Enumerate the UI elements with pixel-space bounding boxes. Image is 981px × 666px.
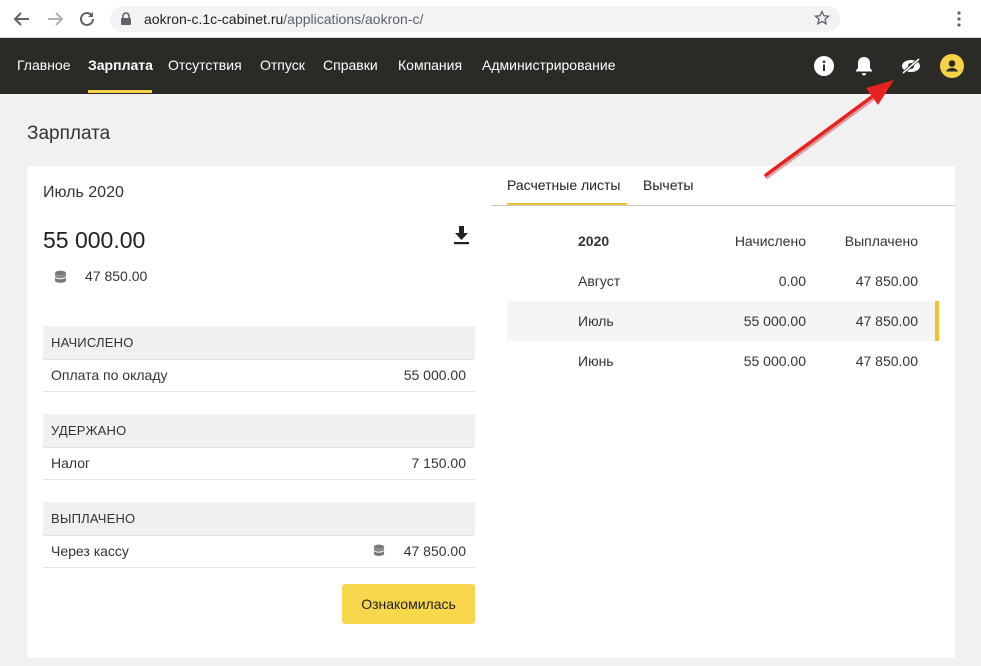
- nav-item[interactable]: Компания: [398, 38, 462, 94]
- star-icon[interactable]: [813, 9, 831, 31]
- divider: [43, 391, 475, 392]
- payslip-period: Июль 2020: [43, 184, 124, 201]
- table-header-year: 2020: [578, 233, 610, 249]
- nav-item[interactable]: Зарплата: [88, 38, 153, 94]
- visibility-off-icon[interactable]: [899, 54, 923, 78]
- accrued-row-value: 55 000.00: [403, 367, 466, 383]
- row-accrued: 55 000.00: [743, 353, 806, 369]
- table-row[interactable]: Июнь 55 000.00 47 850.00: [507, 341, 935, 381]
- nav-item[interactable]: Отсутствия: [168, 38, 242, 94]
- section-paid-header: ВЫПЛАЧЕНО: [43, 502, 475, 536]
- row-paid: 47 850.00: [855, 273, 918, 289]
- nav-item[interactable]: Администрирование: [482, 38, 616, 94]
- tab-deductions[interactable]: Вычеты: [643, 177, 694, 193]
- accrued-row-label: Оплата по окладу: [51, 367, 168, 383]
- row-paid: 47 850.00: [855, 353, 918, 369]
- address-bar[interactable]: aokron-c.1c-cabinet.ru/applications/aokr…: [110, 6, 840, 32]
- tabs-divider: [491, 205, 955, 206]
- page-title: Зарплата: [27, 123, 111, 144]
- info-icon[interactable]: [812, 54, 836, 78]
- withheld-row-value: 7 150.00: [411, 455, 467, 471]
- divider: [43, 567, 475, 568]
- bell-icon[interactable]: [852, 54, 876, 78]
- acknowledge-button[interactable]: Ознакомилась: [342, 584, 475, 624]
- table-header-accrued: Начислено: [734, 233, 806, 249]
- paid-amount: 47 850.00: [85, 268, 148, 284]
- row-month: Август: [578, 273, 621, 289]
- table-row-selected[interactable]: Июль 55 000.00 47 850.00: [507, 301, 935, 341]
- row-accrued: 55 000.00: [743, 313, 806, 329]
- browser-toolbar: aokron-c.1c-cabinet.ru/applications/aokr…: [0, 0, 981, 38]
- download-icon[interactable]: [453, 226, 470, 250]
- salary-card: [27, 166, 955, 658]
- tab-payslips[interactable]: Расчетные листы: [507, 177, 620, 193]
- row-paid: 47 850.00: [855, 313, 918, 329]
- table-header-paid: Выплачено: [844, 233, 918, 249]
- nav-item[interactable]: Главное: [17, 38, 71, 94]
- row-month: Июль: [578, 313, 614, 329]
- table-row[interactable]: Август 0.00 47 850.00: [507, 261, 935, 301]
- row-month: Июнь: [578, 353, 614, 369]
- url-text: aokron-c.1c-cabinet.ru/applications/aokr…: [144, 11, 424, 27]
- coins-icon: [54, 270, 67, 289]
- paid-row-value: 47 850.00: [403, 543, 466, 559]
- section-withheld-header: УДЕРЖАНО: [43, 414, 475, 448]
- payslip-total: 55 000.00: [43, 227, 146, 253]
- avatar-icon[interactable]: [940, 54, 964, 78]
- lock-icon: [120, 12, 132, 31]
- active-nav-indicator: [88, 90, 152, 93]
- paid-row-label: Через кассу: [51, 543, 129, 559]
- forward-icon[interactable]: [44, 8, 66, 30]
- back-icon[interactable]: [11, 8, 33, 30]
- divider: [43, 479, 475, 480]
- section-accrued-header: НАЧИСЛЕНО: [43, 326, 475, 360]
- reload-icon[interactable]: [76, 8, 98, 30]
- nav-item[interactable]: Справки: [323, 38, 378, 94]
- nav-item[interactable]: Отпуск: [260, 38, 305, 94]
- coins-icon: [373, 544, 385, 562]
- browser-menu-icon[interactable]: [948, 8, 970, 30]
- row-accrued: 0.00: [778, 273, 806, 289]
- withheld-row-label: Налог: [51, 455, 91, 471]
- selected-row-indicator: [935, 301, 939, 341]
